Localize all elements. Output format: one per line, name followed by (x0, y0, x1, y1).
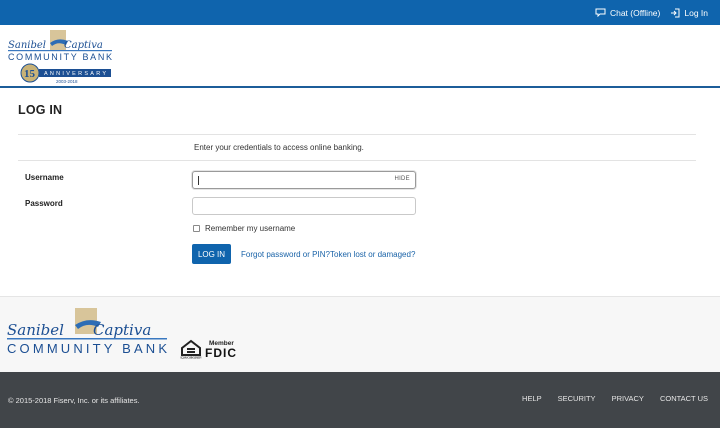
forgot-password-link[interactable]: Forgot password or PIN? (241, 250, 330, 259)
divider (18, 134, 696, 135)
remember-username[interactable]: Remember my username (193, 224, 295, 233)
svg-text:Sanibel: Sanibel (8, 40, 46, 51)
footer-link-privacy[interactable]: PRIVACY (612, 394, 644, 403)
svg-text:Captiva: Captiva (93, 321, 151, 339)
page-title: LOG IN (18, 103, 63, 117)
svg-text:ANNIVERSARY: ANNIVERSARY (44, 71, 106, 77)
divider (18, 160, 696, 161)
chat-icon (595, 8, 606, 17)
equal-housing-lender-icon: EQUAL HOUSING LENDER (181, 339, 202, 360)
footer-bank-logo: Sanibel Captiva COMMUNITY BANK (7, 308, 167, 356)
bank-logo[interactable]: Sanibel Captiva COMMUNITY BANK 15 ANNIVE… (6, 29, 116, 85)
token-lost-link[interactable]: Token lost or damaged? (330, 250, 415, 259)
login-icon (671, 8, 680, 17)
footer-logo-area: Sanibel Captiva COMMUNITY BANK EQUAL HOU… (0, 296, 720, 372)
svg-text:Captiva: Captiva (64, 40, 103, 51)
username-label: Username (25, 173, 64, 182)
copyright: © 2015-2018 Fiserv, Inc. or its affiliat… (8, 396, 140, 405)
intro-text: Enter your credentials to access online … (194, 143, 364, 152)
svg-text:FDIC: FDIC (205, 346, 236, 359)
top-bar-links: Chat (Offline) Log In (595, 0, 708, 25)
svg-text:COMMUNITY BANK: COMMUNITY BANK (7, 341, 167, 356)
svg-text:15: 15 (24, 68, 36, 80)
svg-text:2003-2018: 2003-2018 (56, 79, 78, 84)
password-input[interactable] (192, 197, 416, 215)
chat-link[interactable]: Chat (Offline) (595, 8, 660, 18)
footer-link-contact[interactable]: CONTACT US (660, 394, 708, 403)
login-button[interactable]: LOG IN (192, 244, 231, 264)
svg-text:COMMUNITY BANK: COMMUNITY BANK (8, 52, 112, 62)
username-input[interactable]: HIDE (192, 171, 416, 189)
password-label: Password (25, 199, 63, 208)
footer-link-security[interactable]: SECURITY (558, 394, 596, 403)
login-link[interactable]: Log In (670, 8, 708, 18)
site-header: Sanibel Captiva COMMUNITY BANK 15 ANNIVE… (0, 25, 720, 88)
footer-nav: HELP SECURITY PRIVACY CONTACT US (522, 394, 708, 403)
footer-link-help[interactable]: HELP (522, 394, 542, 403)
text-caret (198, 176, 199, 185)
remember-label: Remember my username (205, 224, 296, 233)
footer: © 2015-2018 Fiserv, Inc. or its affiliat… (0, 372, 720, 428)
hide-button[interactable]: HIDE (394, 176, 410, 182)
chat-label: Chat (Offline) (609, 7, 661, 18)
remember-checkbox[interactable] (193, 225, 200, 232)
svg-text:EQUAL HOUSING LENDER: EQUAL HOUSING LENDER (181, 356, 202, 360)
svg-text:Sanibel: Sanibel (7, 321, 64, 339)
login-link-label: Log In (684, 7, 708, 18)
fdic-logo: Member FDIC (205, 340, 236, 359)
top-bar: Chat (Offline) Log In (0, 0, 720, 25)
